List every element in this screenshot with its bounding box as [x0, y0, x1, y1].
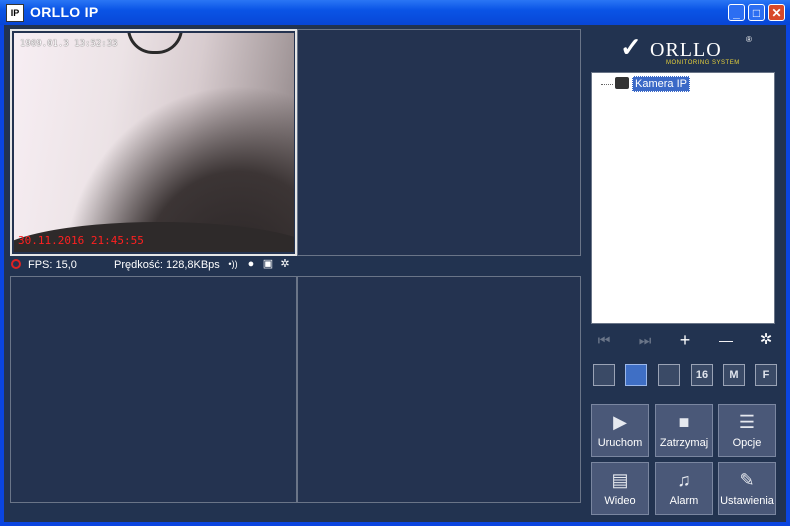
power-icon[interactable]	[11, 259, 21, 269]
layout-16-button[interactable]: 16	[691, 364, 713, 386]
window-title: ORLLO IP	[30, 4, 99, 20]
next-icon[interactable]: ⏭	[633, 330, 657, 350]
start-button[interactable]: ▶ Uruchom	[591, 404, 649, 457]
tree-item-camera[interactable]: Kamera IP	[632, 76, 690, 92]
bitrate-readout: Prędkość: 128,8KBps	[114, 259, 220, 271]
video-status-bar: FPS: 15,0 Prędkość: 128,8KBps •)) ● ▣ ✲	[8, 258, 581, 274]
camera-feed: 1969.01.3 13:52:33 30.11.2016 21:45:55	[14, 33, 294, 252]
options-button[interactable]: ☰ Opcje	[718, 404, 776, 457]
layout-1-button[interactable]	[593, 364, 615, 386]
osd-timestamp: 30.11.2016 21:45:55	[18, 234, 144, 247]
logo-mark: ✓	[620, 33, 642, 62]
settings-icon[interactable]: ✲	[279, 258, 291, 271]
tree-connector	[601, 84, 613, 85]
app-icon: IP	[6, 4, 24, 22]
wrench-icon: ✎	[739, 470, 755, 490]
device-settings-button[interactable]: ✲	[754, 330, 778, 350]
settings-label: Ustawienia	[720, 495, 774, 507]
stop-button[interactable]: ■ Zatrzymaj	[655, 404, 713, 457]
video-label: Wideo	[604, 495, 636, 507]
layout-9-button[interactable]	[658, 364, 680, 386]
stop-icon: ■	[678, 412, 690, 432]
alarm-button[interactable]: ♫ Alarm	[655, 462, 713, 515]
camera-icon	[615, 77, 629, 89]
previous-icon[interactable]: ⏮	[592, 330, 616, 350]
audio-icon[interactable]: •))	[226, 258, 240, 271]
video-cell-4[interactable]	[297, 276, 581, 503]
device-tree[interactable]: Kamera IP	[591, 72, 775, 324]
add-device-button[interactable]: +	[673, 330, 697, 350]
camera-ceiling-ring	[127, 33, 183, 54]
control-panel: ✓ ORLLO ® MONITORING SYSTEM Kamera IP ⏮ …	[584, 27, 784, 515]
logo-name: ORLLO	[650, 39, 722, 61]
start-icon: ▶	[613, 412, 627, 432]
layout-m-button[interactable]: M	[723, 364, 745, 386]
layout-4-button[interactable]	[625, 364, 647, 386]
maximize-icon[interactable]: □	[748, 4, 765, 21]
alarm-label: Alarm	[669, 495, 699, 507]
settings-button[interactable]: ✎ Ustawienia	[718, 462, 776, 515]
start-label: Uruchom	[597, 437, 643, 449]
title-bar[interactable]: IP ORLLO IP _ □ ✕	[0, 0, 790, 25]
logo-registered: ®	[746, 35, 752, 44]
close-icon[interactable]: ✕	[768, 4, 785, 21]
remove-device-button[interactable]: —	[714, 330, 738, 350]
logo-subtitle: MONITORING SYSTEM	[666, 60, 740, 66]
record-icon[interactable]: ●	[245, 258, 257, 271]
osd-top-text: 1969.01.3 13:52:33	[20, 39, 118, 49]
app-window: IP ORLLO IP _ □ ✕ 1969.01.3 13:52:33 30.…	[0, 0, 790, 526]
snapshot-icon[interactable]: ▣	[262, 258, 274, 271]
alarm-icon: ♫	[677, 470, 691, 490]
minimize-icon[interactable]: _	[728, 4, 745, 21]
options-icon: ☰	[738, 412, 756, 432]
video-cell-2[interactable]	[297, 29, 581, 256]
options-label: Opcje	[732, 437, 762, 449]
fps-readout: FPS: 15,0	[28, 259, 77, 271]
video-button[interactable]: ▤ Wideo	[591, 462, 649, 515]
video-cell-1[interactable]: 1969.01.3 13:52:33 30.11.2016 21:45:55	[10, 29, 297, 256]
video-cell-3[interactable]	[10, 276, 297, 503]
stop-label: Zatrzymaj	[659, 437, 709, 449]
video-icon: ▤	[611, 470, 629, 490]
fullscreen-button[interactable]: F	[755, 364, 777, 386]
client-area: 1969.01.3 13:52:33 30.11.2016 21:45:55 F…	[4, 25, 786, 522]
orllo-logo: ✓ ORLLO ® MONITORING SYSTEM	[620, 33, 760, 69]
